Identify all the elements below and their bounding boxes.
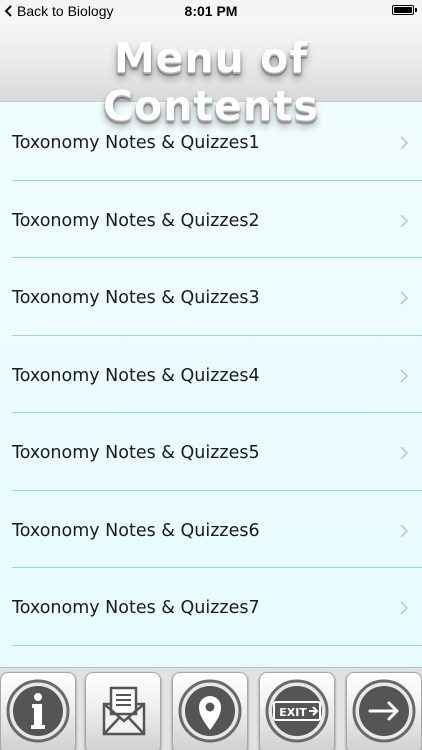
exit-icon-text: EXIT [279, 706, 307, 719]
chevron-right-icon [400, 368, 408, 383]
menu-item-4[interactable]: Toxonomy Notes & Quizzes4 [0, 336, 422, 414]
location-pin-icon [178, 679, 242, 743]
arrow-right-icon [352, 679, 416, 743]
menu-item-label: Toxonomy Notes & Quizzes7 [12, 598, 260, 618]
next-button[interactable] [346, 672, 422, 750]
menu-item-label: Toxonomy Notes & Quizzes3 [12, 288, 260, 308]
header-banner: Menu of Contents [0, 22, 422, 130]
menu-item-1[interactable]: Toxonomy Notes & Quizzes1 [0, 103, 422, 181]
screen: Back to Biology 8:01 PM Menu of Contents… [0, 0, 422, 750]
status-time: 8:01 PM [184, 3, 238, 19]
email-button[interactable] [85, 672, 161, 750]
chevron-right-icon [400, 291, 408, 305]
battery-tip [415, 8, 417, 12]
exit-icon: EXIT [265, 679, 329, 743]
chevron-right-icon [400, 523, 408, 538]
menu-item-3[interactable]: Toxonomy Notes & Quizzes3 [0, 258, 422, 336]
menu-item-7[interactable]: Toxonomy Notes & Quizzes7 [0, 568, 422, 646]
mail-icon [102, 686, 146, 736]
menu-list: Toxonomy Notes & Quizzes1 Toxonomy Notes… [0, 103, 422, 646]
chevron-right-icon [400, 446, 408, 460]
exit-button[interactable]: EXIT [259, 672, 335, 750]
info-button[interactable] [0, 672, 76, 750]
battery-level [394, 7, 412, 13]
location-button[interactable] [172, 672, 248, 750]
chevron-right-icon [400, 136, 408, 150]
battery-icon [392, 5, 414, 15]
menu-item-label: Toxonomy Notes & Quizzes4 [12, 365, 260, 386]
menu-item-label: Toxonomy Notes & Quizzes2 [12, 210, 260, 231]
bottom-toolbar: EXIT [0, 667, 422, 750]
status-bar: Back to Biology 8:01 PM [0, 0, 422, 22]
menu-item-6[interactable]: Toxonomy Notes & Quizzes6 [0, 491, 422, 569]
info-icon [6, 679, 70, 743]
chevron-right-icon [400, 601, 408, 615]
chevron-right-icon [400, 213, 408, 228]
menu-item-5[interactable]: Toxonomy Notes & Quizzes5 [0, 413, 422, 491]
menu-item-label: Toxonomy Notes & Quizzes5 [12, 443, 260, 463]
menu-item-2[interactable]: Toxonomy Notes & Quizzes2 [0, 181, 422, 259]
menu-item-label: Toxonomy Notes & Quizzes6 [12, 520, 260, 541]
menu-item-label: Toxonomy Notes & Quizzes1 [12, 133, 260, 153]
